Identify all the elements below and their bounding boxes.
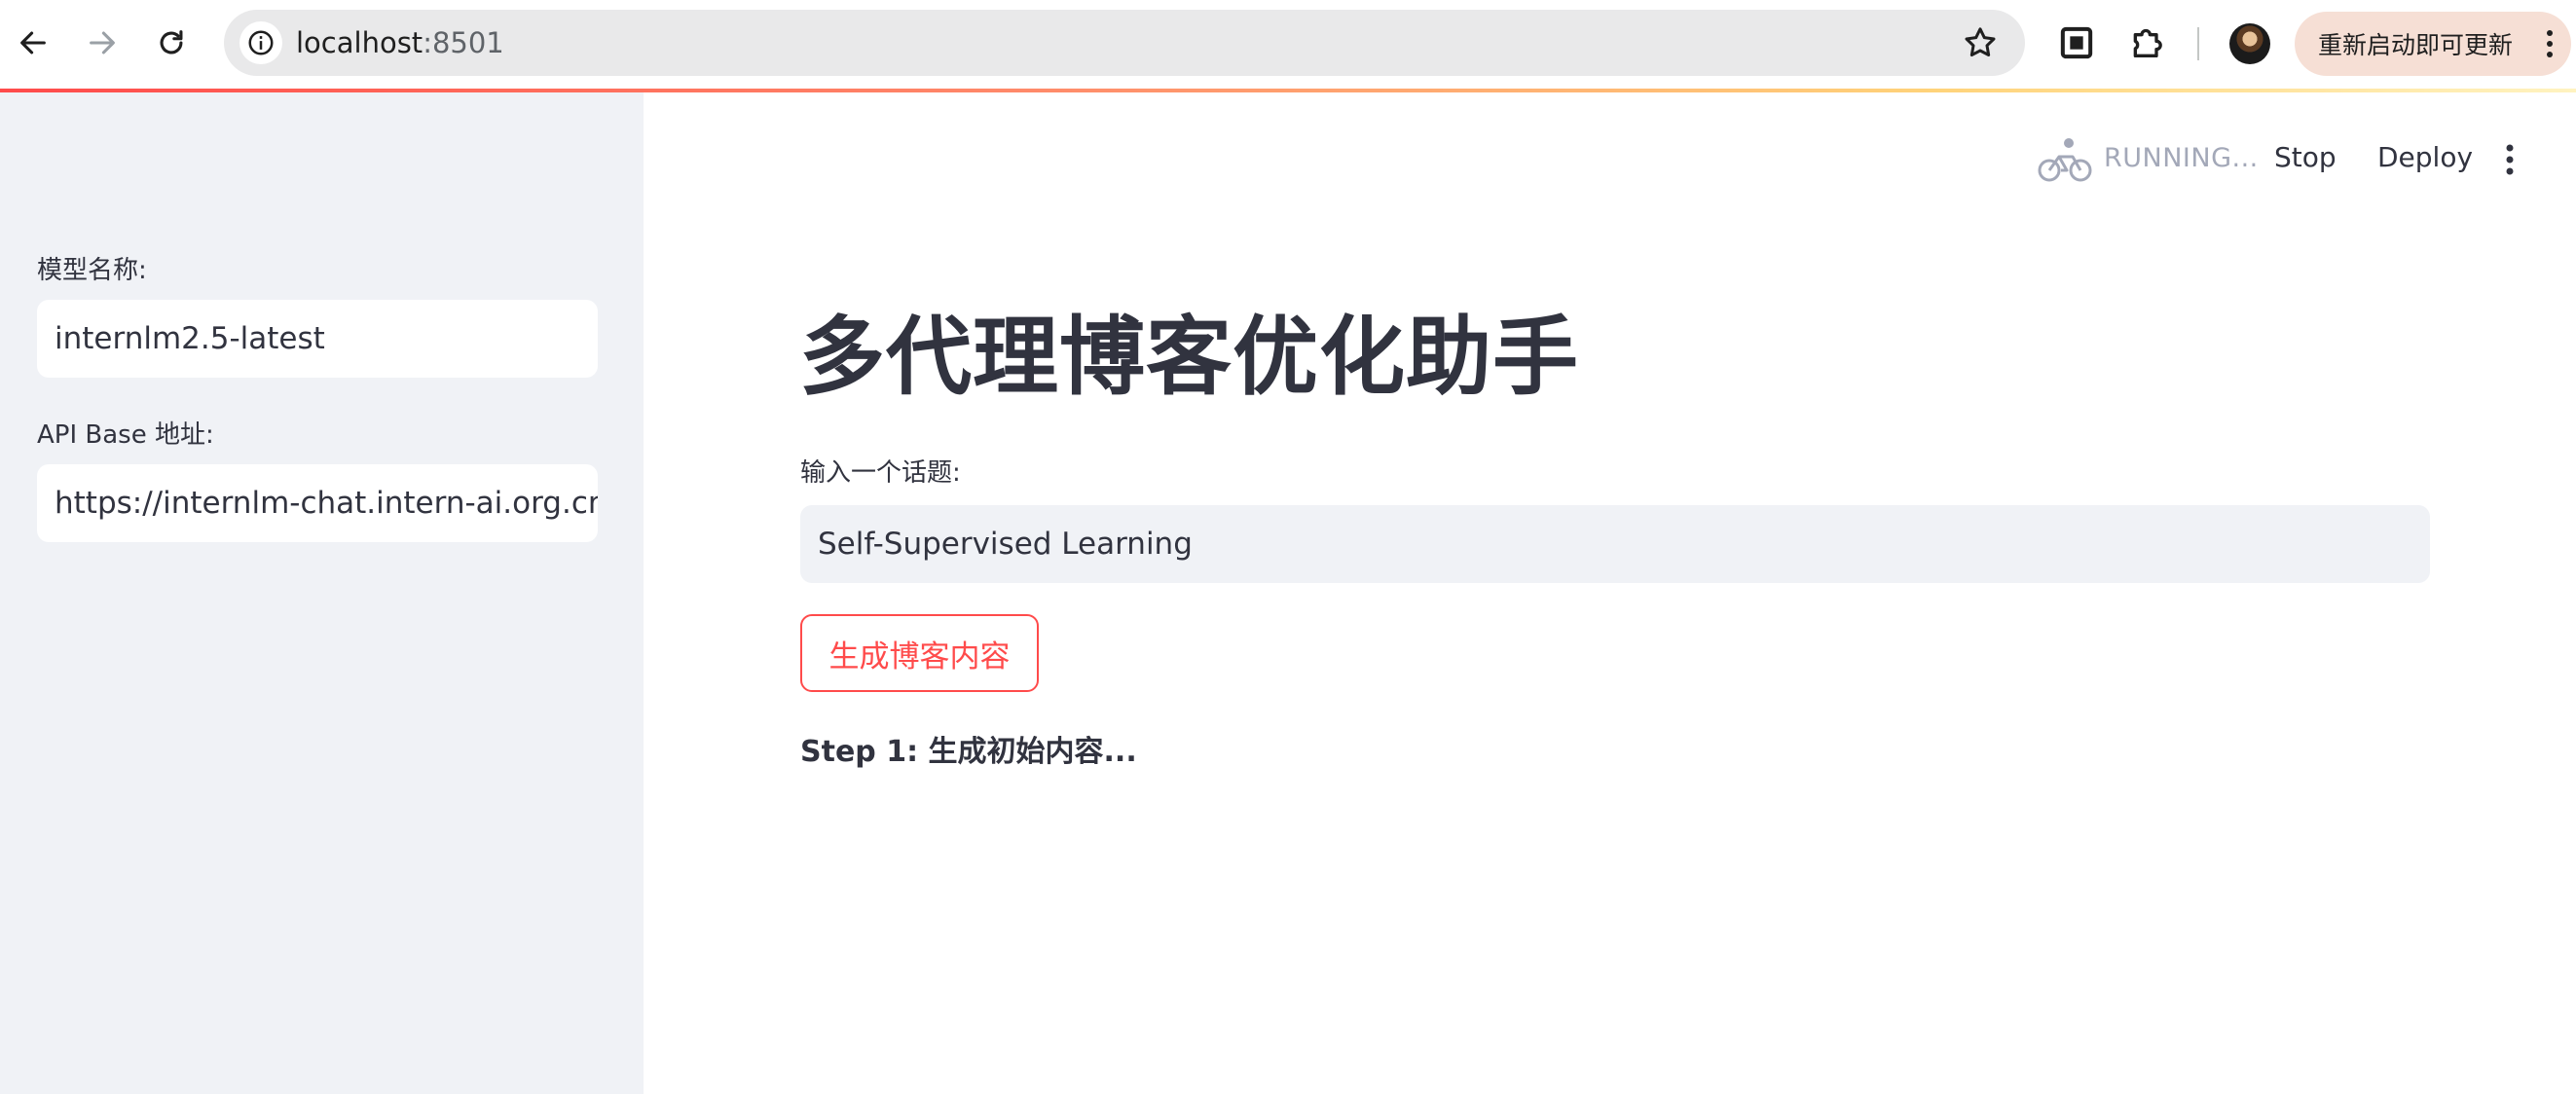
- deploy-button[interactable]: Deploy: [2377, 141, 2473, 173]
- extensions-button[interactable]: [2127, 23, 2166, 62]
- screen-icon: [2060, 26, 2093, 59]
- screen-button[interactable]: [2057, 23, 2096, 62]
- api-base-input[interactable]: https://internlm-chat.intern-ai.org.cn/p…: [37, 464, 598, 542]
- page-title: 多代理博客优化助手: [799, 307, 1580, 407]
- info-icon: [248, 30, 274, 55]
- step-status-text: Step 1: 生成初始内容...: [800, 735, 1137, 769]
- bicycle-icon: [2038, 138, 2092, 182]
- address-bar[interactable]: localhost:8501: [224, 10, 2025, 76]
- puzzle-icon: [2133, 28, 2162, 57]
- site-info-button[interactable]: [239, 21, 282, 64]
- update-button[interactable]: 重新启动即可更新: [2295, 12, 2571, 76]
- main-content: RUNNING... Stop Deploy 多代理博客优化助手 输入一个话题:…: [644, 92, 2576, 1094]
- url-text[interactable]: localhost:8501: [296, 10, 504, 76]
- forward-button[interactable]: [79, 19, 126, 66]
- reload-button[interactable]: [148, 19, 195, 66]
- reload-icon: [160, 30, 183, 55]
- toolbar-divider: [2197, 27, 2199, 60]
- url-port: :8501: [423, 26, 504, 59]
- url-host: localhost: [296, 26, 423, 59]
- kebab-menu-icon: [2547, 30, 2553, 57]
- update-button-label: 重新启动即可更新: [2318, 31, 2514, 59]
- main-menu-icon[interactable]: [2503, 143, 2517, 176]
- back-button[interactable]: [10, 19, 56, 66]
- api-base-label: API Base 地址:: [37, 420, 214, 450]
- browser-toolbar: localhost:8501 重新启动即可更新: [0, 0, 2576, 89]
- star-icon: [1965, 27, 1996, 56]
- model-name-input[interactable]: internlm2.5-latest: [37, 300, 598, 378]
- generate-blog-button[interactable]: 生成博客内容: [800, 614, 1039, 692]
- bookmark-button[interactable]: [1961, 23, 2000, 62]
- topic-label: 输入一个话题:: [800, 458, 961, 488]
- profile-avatar[interactable]: [2229, 23, 2270, 64]
- running-status: RUNNING...: [2104, 143, 2259, 173]
- stop-button[interactable]: Stop: [2274, 141, 2337, 173]
- arrow-right-icon: [90, 31, 115, 55]
- model-name-label: 模型名称:: [37, 256, 147, 285]
- arrow-left-icon: [20, 31, 46, 55]
- sidebar: 模型名称: internlm2.5-latest API Base 地址: ht…: [0, 92, 644, 1094]
- topic-input[interactable]: Self-Supervised Learning: [800, 505, 2430, 583]
